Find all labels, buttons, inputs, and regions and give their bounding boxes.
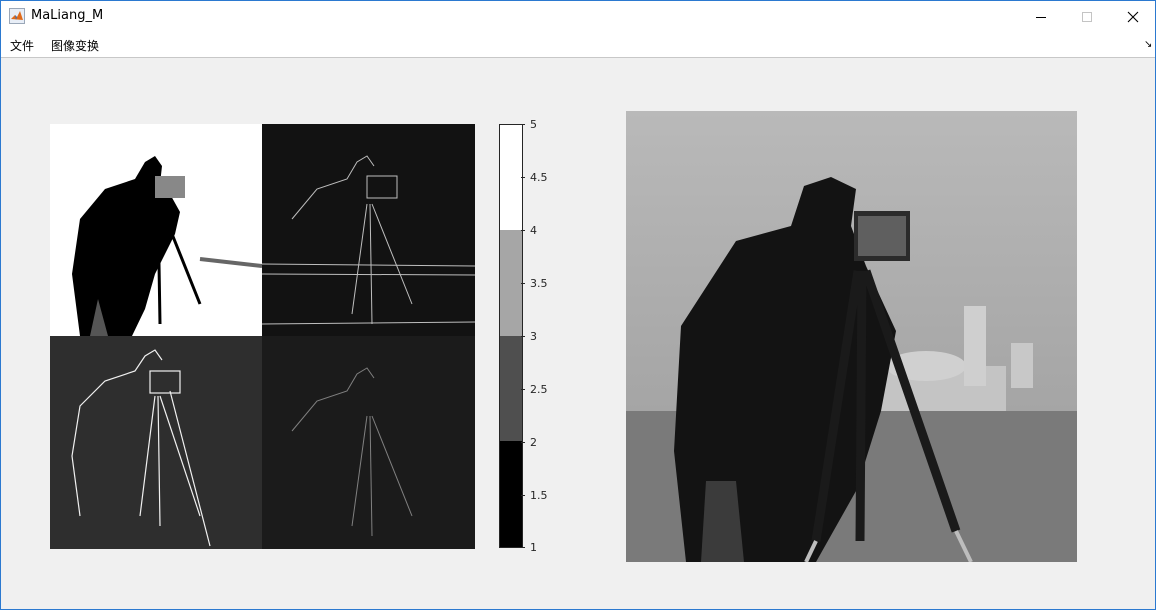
vertical-edges-image: [50, 336, 262, 549]
colorbar-level-3: [500, 230, 522, 336]
colorbar-level-4: [500, 125, 522, 230]
colorbar-tick-label: 2.5: [530, 383, 548, 396]
close-icon: [1127, 11, 1139, 22]
colorbar-tick: [521, 124, 525, 125]
colorbar-tick: [521, 389, 525, 390]
colorbar-tick: [521, 442, 525, 443]
approximation-quadrant: [50, 124, 262, 336]
menu-bar: 文件 图像变换 ↘: [1, 32, 1155, 58]
diagonal-edges-image: [262, 336, 475, 549]
horizontal-detail-quadrant: [262, 124, 475, 336]
colorbar-tick-label: 4: [530, 224, 537, 237]
minimize-button[interactable]: [1018, 1, 1064, 32]
app-window: MaLiang_M 文件 图像变换 ↘ 5 4.5 4 3.5 3 2.5 2 …: [0, 0, 1156, 610]
colorbar-tick: [521, 336, 525, 337]
menu-image-transform[interactable]: 图像变换: [51, 37, 99, 54]
colorbar-tick: [521, 547, 525, 548]
title-bar[interactable]: MaLiang_M: [1, 1, 1155, 32]
colorbar-tick: [521, 230, 525, 231]
colorbar-tick-label: 3.5: [530, 277, 548, 290]
colorbar-level-2: [500, 336, 522, 441]
colorbar-tick: [521, 495, 525, 496]
maximize-icon: [1082, 11, 1092, 22]
window-title: MaLiang_M: [31, 8, 104, 23]
minimize-icon: [1036, 16, 1046, 18]
undock-arrow-icon[interactable]: ↘: [1144, 39, 1152, 50]
colorbar-tick-label: 3: [530, 330, 537, 343]
cameraman-photo: [626, 111, 1077, 562]
colorbar-tick-label: 4.5: [530, 171, 548, 184]
colorbar-tick: [521, 177, 525, 178]
colorbar-tick: [521, 283, 525, 284]
colorbar-tick-label: 1: [530, 541, 537, 554]
colorbar-tick-label: 2: [530, 436, 537, 449]
colorbar-tick-label: 5: [530, 118, 537, 131]
maximize-button[interactable]: [1064, 1, 1110, 32]
cameraman-silhouette-image: [50, 124, 262, 336]
matlab-icon: [9, 8, 25, 24]
colorbar-tick-label: 1.5: [530, 489, 548, 502]
original-image-axes: [626, 111, 1077, 562]
colorbar: [499, 124, 523, 548]
diagonal-detail-quadrant: [262, 336, 475, 549]
horizontal-edges-image: [262, 124, 475, 336]
decomposition-axes: [50, 124, 475, 549]
colorbar-level-1: [500, 441, 522, 547]
menu-file[interactable]: 文件: [10, 37, 34, 54]
close-button[interactable]: [1110, 1, 1156, 32]
vertical-detail-quadrant: [50, 336, 262, 549]
